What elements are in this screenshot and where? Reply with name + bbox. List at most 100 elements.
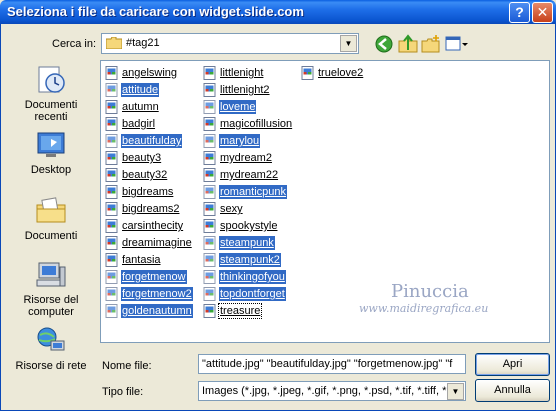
my-computer-icon — [36, 262, 66, 287]
image-file-icon — [105, 100, 118, 114]
image-file-icon — [301, 66, 314, 80]
place-label: Documenti — [24, 230, 78, 242]
image-file-icon — [203, 236, 216, 250]
filename-label: Nome file: — [102, 360, 152, 372]
cancel-button[interactable]: Annulla — [475, 379, 550, 402]
image-file-icon — [203, 219, 216, 233]
filetype-select[interactable]: Images (*.jpg, *.jpeg, *.gif, *.png, *.p… — [198, 381, 466, 401]
look-in-combo[interactable]: #tag21 ▼ — [101, 33, 359, 54]
file-name: goldenautumn — [121, 304, 193, 318]
file-name: dreamimagine — [122, 237, 192, 249]
image-file-icon — [203, 151, 216, 165]
documents-icon — [36, 197, 66, 223]
recent-documents-icon — [38, 66, 65, 93]
filetype-value: Images (*.jpg, *.jpeg, *.gif, *.png, *.p… — [202, 385, 465, 397]
file-name: thinkingofyou — [219, 270, 286, 284]
file-name: badgirl — [122, 118, 156, 130]
file-name: mydream2 — [220, 152, 272, 164]
place-computer[interactable]: Risorse del computer — [8, 259, 94, 318]
image-file-icon — [203, 304, 216, 318]
title-bar: Seleziona i file da caricare con widget.… — [0, 0, 556, 24]
file-name: steampunk — [219, 236, 275, 250]
close-button[interactable]: ✕ — [532, 2, 553, 23]
image-file-icon — [203, 134, 216, 148]
window-title: Seleziona i file da caricare con widget.… — [7, 4, 304, 19]
file-name: bigdreams2 — [122, 203, 180, 215]
file-name: beauty32 — [122, 169, 168, 181]
image-file-icon — [105, 185, 118, 199]
view-menu-icon[interactable] — [445, 34, 469, 54]
file-name: beautifulday — [121, 134, 183, 148]
file-name: marylou — [219, 134, 261, 148]
image-file-icon — [203, 66, 216, 80]
place-label: Documenti recenti — [24, 99, 78, 123]
image-file-icon — [105, 83, 118, 97]
image-file-icon — [105, 219, 118, 233]
image-file-icon — [203, 202, 216, 216]
file-name: littlenight2 — [220, 84, 270, 96]
image-file-icon — [203, 287, 216, 301]
look-in-label: Cerca in: — [52, 38, 97, 50]
image-file-icon — [203, 168, 216, 182]
file-name: autumn — [122, 101, 159, 113]
image-file-icon — [105, 270, 118, 284]
file-name: attitude — [121, 83, 160, 97]
file-name: angelswing — [122, 67, 178, 79]
place-desktop[interactable]: Desktop — [8, 129, 94, 176]
image-file-icon — [203, 253, 216, 267]
image-file-icon — [105, 253, 118, 267]
watermark-name: Pinuccia — [391, 281, 469, 302]
image-file-icon — [105, 168, 118, 182]
file-name: mydream22 — [220, 169, 279, 181]
file-name: loveme — [219, 100, 257, 114]
file-name: littlenight — [220, 67, 264, 79]
watermark-url: www.maidiregrafica.eu — [359, 302, 489, 315]
image-file-icon — [105, 287, 118, 301]
image-file-icon — [105, 202, 118, 216]
filename-input[interactable]: "attitude.jpg" "beautifulday.jpg" "forge… — [198, 354, 466, 374]
network-icon — [37, 327, 65, 351]
folder-icon — [106, 37, 122, 49]
filetype-label: Tipo file: — [102, 386, 144, 398]
file-name: forgetmenow2 — [121, 287, 193, 301]
chevron-down-icon[interactable]: ▼ — [447, 383, 464, 400]
image-file-icon — [203, 185, 216, 199]
place-recent[interactable]: Documenti recenti — [8, 64, 94, 123]
image-file-icon — [105, 304, 118, 318]
file-name: fantasia — [122, 254, 161, 266]
file-name: sexy — [220, 203, 243, 215]
new-folder-icon[interactable] — [421, 34, 441, 54]
image-file-icon — [105, 117, 118, 131]
file-name: topdontforget — [219, 287, 286, 301]
image-file-icon — [105, 236, 118, 250]
file-name: truelove2 — [318, 67, 364, 79]
image-file-icon — [203, 100, 216, 114]
file-list[interactable]: angelswing attitude autumn badgirl beautiful… — [100, 60, 550, 343]
image-file-icon — [203, 117, 216, 131]
desktop-icon — [37, 132, 65, 157]
place-documents[interactable]: Documenti — [8, 195, 94, 242]
file-name: steampunk2 — [219, 253, 281, 267]
place-label: Desktop — [30, 164, 72, 176]
image-file-icon — [203, 270, 216, 284]
file-name: carsinthecity — [122, 220, 184, 232]
open-button[interactable]: Apri — [475, 353, 550, 376]
chevron-down-icon[interactable]: ▼ — [340, 35, 357, 52]
image-file-icon — [105, 134, 118, 148]
place-network[interactable]: Risorse di rete — [8, 325, 94, 372]
up-folder-icon[interactable] — [398, 34, 418, 54]
image-file-icon — [203, 83, 216, 97]
back-icon[interactable] — [374, 34, 394, 54]
look-in-value: #tag21 — [126, 37, 160, 49]
file-name: romanticpunk — [219, 185, 288, 199]
file-name: spookystyle — [220, 220, 278, 232]
help-button[interactable]: ? — [509, 2, 530, 23]
file-name: treasure — [217, 303, 263, 319]
image-file-icon — [105, 66, 118, 80]
file-name: bigdreams — [122, 186, 174, 198]
file-name: beauty3 — [122, 152, 162, 164]
image-file-icon — [105, 151, 118, 165]
file-name: forgetmenow — [121, 270, 187, 284]
file-name: magicofillusion — [220, 118, 293, 130]
place-label: Risorse del computer — [23, 294, 79, 318]
